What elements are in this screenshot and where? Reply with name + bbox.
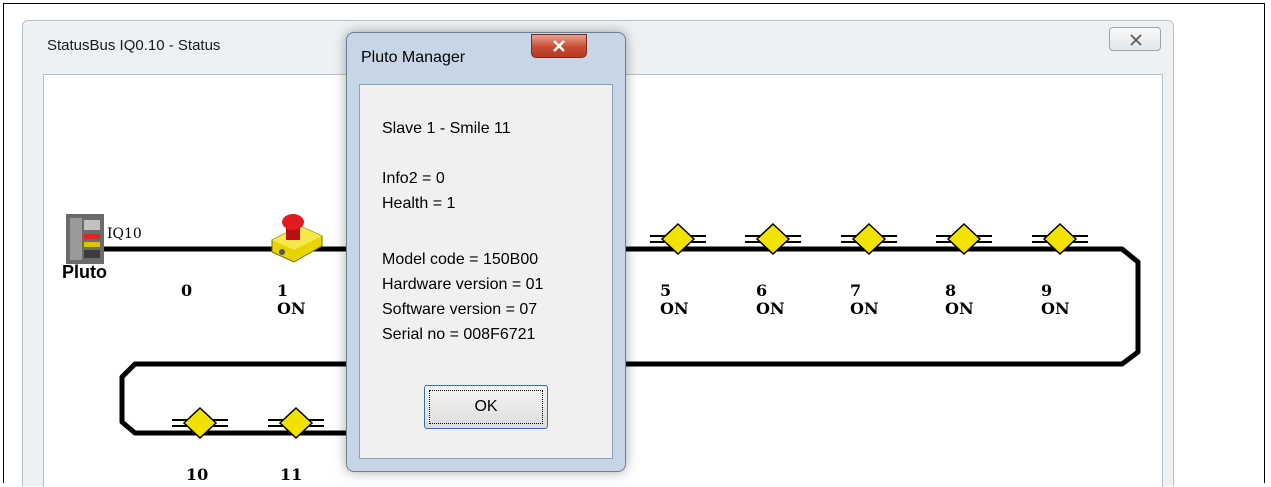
node-label-7: 7 ON [850,281,879,318]
master-name: Pluto [62,262,107,282]
dialog-title: Pluto Manager [361,49,466,66]
health-value: Health = 1 [382,195,456,212]
node-label-5: 5 ON [660,281,689,318]
node-label-1: 1 ON [277,281,306,318]
hardware-version: Hardware version = 01 [382,276,544,293]
serial-number: Serial no = 008F6721 [382,326,536,343]
info2-value: Info2 = 0 [382,170,445,187]
node-label-10: 10 [186,465,209,484]
ok-button-label: OK [474,398,498,415]
pluto-device-icon [66,214,104,264]
sensor-icon-9[interactable] [1032,222,1088,256]
ok-button[interactable]: OK [424,385,548,429]
sensor-icon-6[interactable] [745,222,801,256]
master-address: IQ10 [107,226,142,242]
sensor-icon-11[interactable] [268,406,324,440]
model-code: Model code = 150B00 [382,251,539,268]
node-label-8: 8 ON [945,281,974,318]
node-label-9: 9 ON [1041,281,1070,318]
pluto-manager-dialog: Pluto Manager Slave 1 - Smile 11 Info2 =… [346,32,626,472]
emergency-stop-icon[interactable] [266,208,326,266]
sensor-icon-10[interactable] [172,406,228,440]
close-icon [553,40,565,52]
node-label-11: 11 [280,465,303,484]
sensor-icon-5[interactable] [650,222,706,256]
dialog-body: Slave 1 - Smile 11 Info2 = 0 Health = 1 … [359,84,613,459]
node-label-6: 6 ON [756,281,785,318]
sensor-icon-7[interactable] [841,222,897,256]
dialog-close-button[interactable] [531,34,587,58]
node-label-0: 0 [181,281,193,300]
sensor-icon-8[interactable] [936,222,992,256]
software-version: Software version = 07 [382,301,538,318]
slave-info: Slave 1 - Smile 11 [382,120,511,137]
